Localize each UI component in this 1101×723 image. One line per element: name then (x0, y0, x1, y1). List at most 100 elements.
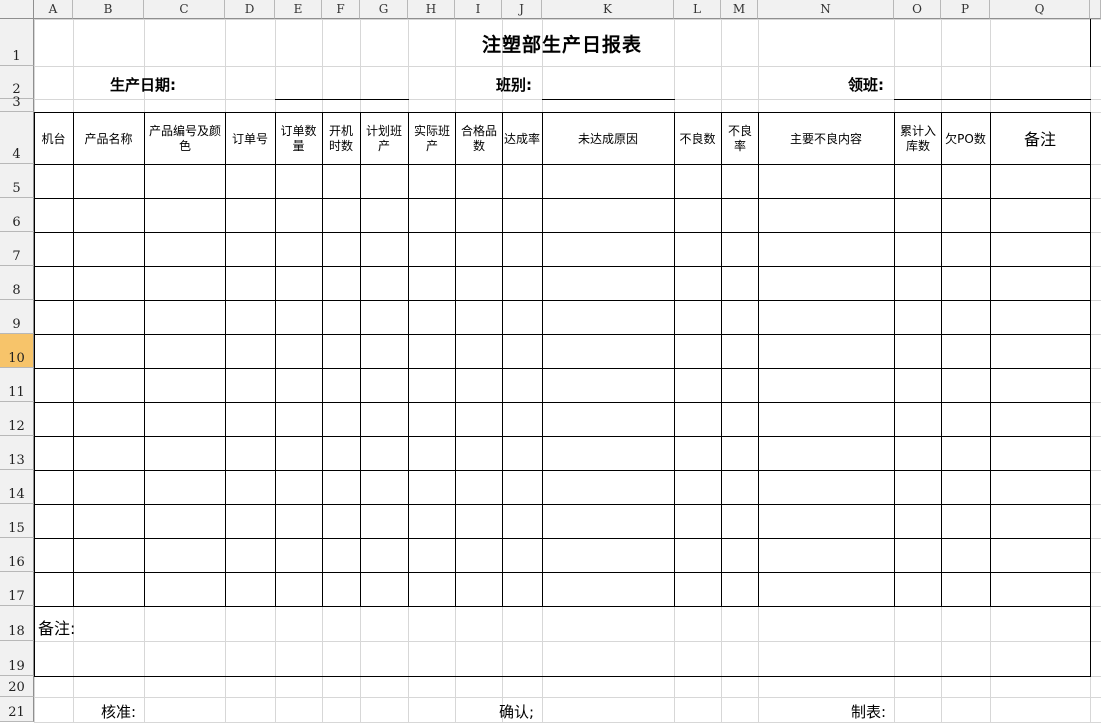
table-top-border (34, 112, 1091, 113)
table-row-border (34, 334, 1091, 335)
notes-bottom-border (34, 676, 1091, 677)
row-header-11[interactable]: 11 (0, 368, 34, 402)
column-header-D[interactable]: D (225, 0, 275, 19)
table-col-border (542, 112, 543, 607)
leader-field-underline (894, 99, 1091, 100)
row-header-16[interactable]: 16 (0, 538, 34, 572)
shift-field-underline (542, 99, 675, 100)
column-header-M[interactable]: M (721, 0, 758, 19)
row-header-12[interactable]: 12 (0, 402, 34, 436)
column-header-O[interactable]: O (894, 0, 941, 19)
date-field-underline (275, 99, 409, 100)
table-col-border (941, 112, 942, 607)
row-header-21[interactable]: 21 (0, 697, 34, 722)
row-header-10[interactable]: 10 (0, 334, 34, 368)
header-machine: 机台 (41, 131, 66, 146)
header-planned-output: 计划班产 (365, 124, 402, 153)
select-all-corner[interactable] (0, 0, 34, 19)
table-row-border (34, 436, 1091, 437)
table-row-border (34, 504, 1091, 505)
table-row-border (34, 470, 1091, 471)
table-col-border (73, 112, 74, 607)
column-header-I[interactable]: I (455, 0, 502, 19)
header-product-name: 产品名称 (84, 131, 133, 146)
header-qualified-qty: 合格品数 (460, 124, 497, 153)
column-header-J[interactable]: J (502, 0, 542, 19)
table-col-border (144, 112, 145, 607)
row-header-20[interactable]: 20 (0, 676, 34, 697)
table-col-border (894, 112, 895, 607)
header-cumulative-stock: 累计入库数 (899, 124, 936, 153)
grid-line-h (34, 697, 1101, 698)
header-po-short: 欠PO数 (945, 131, 986, 146)
table-col-border (225, 112, 226, 607)
header-defect-rate: 不良率 (727, 124, 752, 153)
table-row-border (34, 402, 1091, 403)
row-header-15[interactable]: 15 (0, 504, 34, 538)
report-title: 注塑部生产日报表 (481, 34, 642, 56)
column-header-P[interactable]: P (941, 0, 990, 19)
header-defect-content: 主要不良内容 (789, 131, 862, 146)
table-row-border (34, 368, 1091, 369)
row-header-19[interactable]: 19 (0, 641, 34, 676)
row-header-3[interactable]: 3 (0, 95, 34, 112)
table-row-border (34, 266, 1091, 267)
table-col-border (1090, 112, 1091, 607)
row-header-6[interactable]: 6 (0, 198, 34, 232)
column-header-B[interactable]: B (73, 0, 144, 19)
header-achieve-rate: 达成率 (504, 131, 541, 146)
table-row-border (34, 606, 1091, 607)
column-header-Q[interactable]: Q (990, 0, 1090, 19)
header-product-code: 产品编号及颜色 (148, 124, 221, 153)
leader-label: 领班: (848, 76, 884, 94)
table-row-border (34, 164, 1091, 165)
row-header-1[interactable]: 1 (0, 19, 34, 66)
table-row-border (34, 198, 1091, 199)
row-header-14[interactable]: 14 (0, 470, 34, 504)
row-header-8[interactable]: 8 (0, 266, 34, 300)
table-col-border (721, 112, 722, 607)
column-header-C[interactable]: C (144, 0, 225, 19)
header-order-no: 订单号 (231, 131, 268, 146)
table-row-border (34, 232, 1091, 233)
column-header-E[interactable]: E (275, 0, 322, 19)
prepared-by-label: 制表: (851, 703, 887, 721)
table-col-border (990, 112, 991, 607)
confirm-label: 确认; (499, 703, 535, 721)
table-col-border (360, 112, 361, 607)
row-header-7[interactable]: 7 (0, 232, 34, 266)
row-header-9[interactable]: 9 (0, 300, 34, 334)
row-header-4[interactable]: 4 (0, 112, 34, 164)
header-defect-qty: 不良数 (679, 131, 716, 146)
header-reason: 未达成原因 (577, 131, 638, 146)
row-header-5[interactable]: 5 (0, 164, 34, 198)
row-header-13[interactable]: 13 (0, 436, 34, 470)
notes-label: 备注: (38, 619, 76, 638)
table-col-border (758, 112, 759, 607)
title-border (1090, 19, 1091, 67)
table-col-border (34, 112, 35, 607)
table-row-border (34, 538, 1091, 539)
column-header-F[interactable]: F (322, 0, 360, 19)
header-run-hours: 开机时数 (328, 124, 353, 153)
table-col-border (674, 112, 675, 607)
row-header-18[interactable]: 18 (0, 606, 34, 641)
table-col-border (502, 112, 503, 607)
column-header-K[interactable]: K (542, 0, 674, 19)
grid-line-h (34, 641, 1101, 642)
shift-label: 班别: (496, 76, 532, 94)
column-header-A[interactable]: A (34, 0, 73, 19)
header-order-qty: 订单数量 (280, 124, 317, 153)
row-header-17[interactable]: 17 (0, 572, 34, 606)
header-actual-output: 实际班产 (413, 124, 450, 153)
production-date-label: 生产日期: (110, 76, 176, 94)
column-header-N[interactable]: N (758, 0, 894, 19)
table-row-border (34, 300, 1091, 301)
column-header-G[interactable]: G (360, 0, 408, 19)
notes-border (1090, 606, 1091, 677)
column-header-L[interactable]: L (674, 0, 721, 19)
table-col-border (322, 112, 323, 607)
table-col-border (408, 112, 409, 607)
column-header-H[interactable]: H (408, 0, 455, 19)
table-col-border (275, 112, 276, 607)
